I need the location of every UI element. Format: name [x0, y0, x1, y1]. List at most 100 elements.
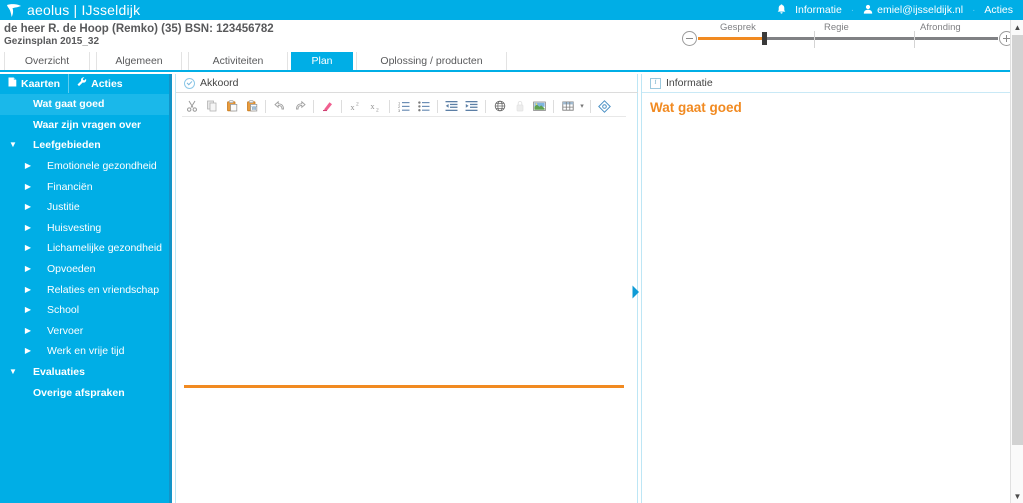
- chevron-right-icon[interactable]: ▶: [23, 306, 33, 314]
- scrollbar-thumb[interactable]: [1012, 35, 1023, 445]
- info-panel-header: Informatie: [642, 74, 1023, 93]
- brand[interactable]: aeolus | IJsseldijk: [6, 2, 140, 18]
- toolbar-divider: [265, 99, 266, 113]
- table-icon[interactable]: [558, 97, 577, 115]
- indent-icon[interactable]: [462, 97, 481, 115]
- phase-label-afronding: Afronding: [920, 22, 961, 33]
- image-icon[interactable]: [530, 97, 549, 115]
- sidebar-item-huisvesting[interactable]: ▶ Huisvesting: [0, 218, 169, 239]
- cut-icon[interactable]: [182, 97, 201, 115]
- sidebar-item-justitie[interactable]: ▶ Justitie: [0, 197, 169, 218]
- link-icon[interactable]: [490, 97, 509, 115]
- scroll-down-arrow-icon[interactable]: ▼: [1011, 489, 1023, 503]
- sidebar-item-emotionele-gezondheid[interactable]: ▶ Emotionele gezondheid: [0, 156, 169, 177]
- sidebar-item-waar-zijn-vragen-over[interactable]: Waar zijn vragen over: [0, 115, 169, 136]
- informatie-link[interactable]: Informatie: [795, 4, 842, 16]
- phase-track[interactable]: [698, 31, 998, 48]
- table-dropdown-caret[interactable]: ▾: [578, 102, 586, 110]
- chevron-right-icon[interactable]: ▶: [23, 223, 33, 232]
- chevron-right-icon[interactable]: ▶: [23, 347, 33, 355]
- sidebar-kaarten-label: Kaarten: [21, 77, 61, 90]
- sidebar-item-werk-en-vrije-tijd[interactable]: ▶ Werk en vrije tijd: [0, 341, 169, 362]
- superscript-icon[interactable]: x 2: [346, 97, 365, 115]
- sidebar-item-label: School: [47, 304, 80, 317]
- editor-toolbar: W x 2 x 2 1 2 3 ▾: [182, 96, 626, 117]
- undo-icon[interactable]: [270, 97, 289, 115]
- special-char-icon[interactable]: [595, 97, 614, 115]
- acties-menu[interactable]: Acties: [984, 4, 1013, 16]
- phase-decrease-button[interactable]: [682, 31, 697, 46]
- sidebar-acties-button[interactable]: Acties: [68, 74, 131, 93]
- check-circle-icon[interactable]: [184, 77, 195, 89]
- patient-name: de heer R. de Hoop (Remko) (35) BSN: 123…: [4, 23, 274, 35]
- sidebar-item-opvoeden[interactable]: ▶ Opvoeden: [0, 259, 169, 280]
- toolbar-divider: [313, 99, 314, 113]
- sidebar-item-label: Werk en vrije tijd: [47, 345, 125, 358]
- chevron-right-icon[interactable]: ▶: [23, 244, 33, 252]
- sidebar-item-relaties-en-vriendschap[interactable]: ▶ Relaties en vriendschap: [0, 279, 169, 300]
- tab-activiteiten[interactable]: Activiteiten: [188, 52, 288, 70]
- bulleted-list-icon[interactable]: [414, 97, 433, 115]
- user-menu[interactable]: emiel@ijsseldijk.nl: [863, 4, 963, 17]
- acties-label: Acties: [984, 4, 1013, 16]
- sidebar-item-lichamelijke-gezondheid[interactable]: ▶ Lichamelijke gezondheid: [0, 238, 169, 259]
- chevron-down-icon[interactable]: ▼: [8, 141, 18, 149]
- tab-plan[interactable]: Plan: [291, 52, 353, 70]
- user-icon: [863, 4, 873, 17]
- sidebar-item-label: Lichamelijke gezondheid: [47, 242, 162, 255]
- sidebar-item-evaluaties[interactable]: ▼ Evaluaties: [0, 362, 169, 383]
- sidebar-item-label: Opvoeden: [47, 263, 96, 276]
- chevron-right-icon[interactable]: ▶: [23, 182, 33, 191]
- sidebar-item-leefgebieden[interactable]: ▼ Leefgebieden: [0, 135, 169, 156]
- patient-strip: de heer R. de Hoop (Remko) (35) BSN: 123…: [0, 20, 1023, 52]
- toolbar-divider: [437, 99, 438, 113]
- sidebar-item-school[interactable]: ▶ School: [0, 300, 169, 321]
- informatie-label: Informatie: [795, 4, 842, 16]
- redo-icon[interactable]: [290, 97, 309, 115]
- sidebar-item-financien[interactable]: ▶ Financiën: [0, 176, 169, 197]
- sidebar-item-overige-afspraken[interactable]: Overige afspraken: [0, 382, 169, 403]
- akkoord-label: Akkoord: [200, 77, 239, 89]
- akkoord-bar[interactable]: Akkoord: [176, 74, 638, 93]
- chevron-down-icon[interactable]: ▼: [8, 368, 18, 376]
- phase-handle[interactable]: [762, 32, 767, 45]
- paste-word-icon[interactable]: W: [242, 97, 261, 115]
- toolbar-divider: [553, 99, 554, 113]
- sidebar-kaarten-button[interactable]: Kaarten: [0, 74, 68, 93]
- copy-icon[interactable]: [202, 97, 221, 115]
- chevron-right-icon[interactable]: ▶: [23, 285, 33, 294]
- sidebar-item-vervoer[interactable]: ▶ Vervoer: [0, 321, 169, 342]
- tab-overzicht[interactable]: Overzicht: [4, 52, 90, 70]
- chevron-right-icon[interactable]: ▶: [23, 162, 33, 170]
- toolbar-divider: [485, 99, 486, 113]
- sidebar-item-wat-gaat-goed[interactable]: Wat gaat goed: [0, 94, 169, 115]
- info-panel-header-label: Informatie: [666, 77, 713, 89]
- sidebar-item-label: Leefgebieden: [33, 139, 101, 152]
- bell-icon[interactable]: [777, 3, 786, 17]
- collapse-right-arrow-icon[interactable]: [631, 285, 640, 299]
- sidebar-item-label: Overige afspraken: [33, 386, 125, 399]
- sidebar-tree: Wat gaat goed Waar zijn vragen over ▼ Le…: [0, 94, 169, 503]
- chevron-right-icon[interactable]: ▶: [23, 203, 33, 211]
- remove-format-icon[interactable]: [318, 97, 337, 115]
- paste-icon[interactable]: [222, 97, 241, 115]
- svg-text:W: W: [251, 106, 256, 112]
- top-bar: aeolus | IJsseldijk Informatie · emiel@i…: [0, 0, 1023, 20]
- tab-oplossing-producten[interactable]: Oplossing / producten: [356, 52, 507, 70]
- toolbar-divider: [341, 99, 342, 113]
- chevron-right-icon[interactable]: ▶: [23, 265, 33, 273]
- page-scrollbar[interactable]: ▲ ▼: [1010, 20, 1023, 503]
- phase-slider[interactable]: Gesprek Regie Afronding: [678, 20, 1016, 52]
- phase-label-gesprek: Gesprek: [720, 22, 756, 33]
- scroll-up-arrow-icon[interactable]: ▲: [1011, 20, 1023, 34]
- chevron-right-icon[interactable]: ▶: [23, 326, 33, 335]
- sidebar-toolbar: Kaarten Acties: [0, 74, 169, 93]
- editor-content-area[interactable]: [184, 119, 630, 459]
- outdent-icon[interactable]: [442, 97, 461, 115]
- numbered-list-icon[interactable]: 1 2 3: [394, 97, 413, 115]
- sidebar-item-label: Relaties en vriendschap: [47, 283, 160, 296]
- card-icon: [8, 77, 17, 90]
- tab-algemeen[interactable]: Algemeen: [96, 52, 182, 70]
- subscript-icon[interactable]: x 2: [366, 97, 385, 115]
- main-tab-bar: Overzicht Algemeen Activiteiten Plan Opl…: [0, 52, 1023, 72]
